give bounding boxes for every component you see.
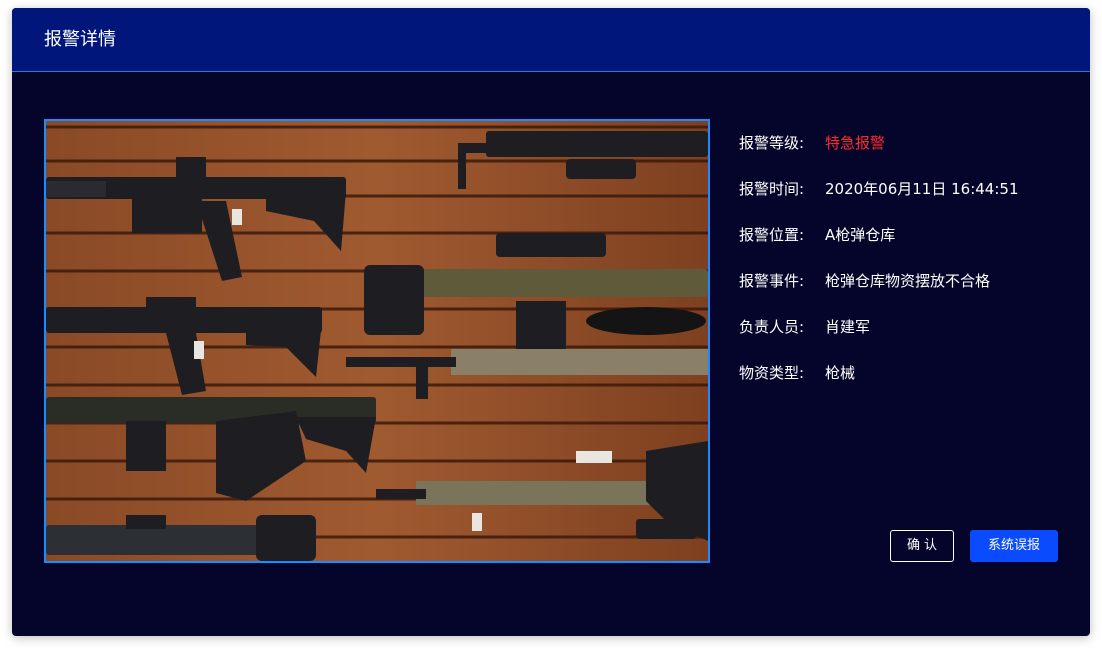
info-row-time: 报警时间: 2020年06月11日 16:44:51 bbox=[739, 178, 1069, 224]
info-row-person: 负责人员: 肖建军 bbox=[739, 316, 1069, 362]
confirm-button[interactable]: 确认 bbox=[890, 530, 954, 562]
responsible-person-value: 肖建军 bbox=[825, 318, 871, 336]
alarm-event-value: 枪弹仓库物资摆放不合格 bbox=[825, 272, 991, 290]
alarm-level-value: 特急报警 bbox=[825, 134, 886, 152]
info-label: 报警时间: bbox=[739, 180, 805, 198]
info-label: 负责人员: bbox=[739, 318, 805, 336]
info-row-event: 报警事件: 枪弹仓库物资摆放不合格 bbox=[739, 270, 1069, 316]
dialog-header: 报警详情 bbox=[12, 8, 1090, 72]
info-label: 报警等级: bbox=[739, 134, 805, 152]
material-type-value: 枪械 bbox=[825, 364, 856, 382]
alarm-image bbox=[44, 119, 710, 563]
false-alarm-button[interactable]: 系统误报 bbox=[970, 530, 1058, 562]
firearms-photo bbox=[46, 121, 708, 561]
alarm-info-list: 报警等级: 特急报警 报警时间: 2020年06月11日 16:44:51 报警位置… bbox=[739, 132, 1069, 408]
info-row-location: 报警位置: A枪弹仓库 bbox=[739, 224, 1069, 270]
dialog-title: 报警详情 bbox=[44, 29, 116, 50]
info-row-material: 物资类型: 枪械 bbox=[739, 362, 1069, 408]
alarm-detail-dialog: 报警详情 报警等级: 特急报警 报警时间: 2020年06月11日 16:44:… bbox=[12, 8, 1090, 636]
info-label: 物资类型: bbox=[739, 364, 805, 382]
info-label: 报警位置: bbox=[739, 226, 805, 244]
alarm-time-value: 2020年06月11日 16:44:51 bbox=[825, 180, 1019, 198]
info-row-level: 报警等级: 特急报警 bbox=[739, 132, 1069, 178]
info-label: 报警事件: bbox=[739, 272, 805, 290]
alarm-location-value: A枪弹仓库 bbox=[825, 226, 896, 244]
